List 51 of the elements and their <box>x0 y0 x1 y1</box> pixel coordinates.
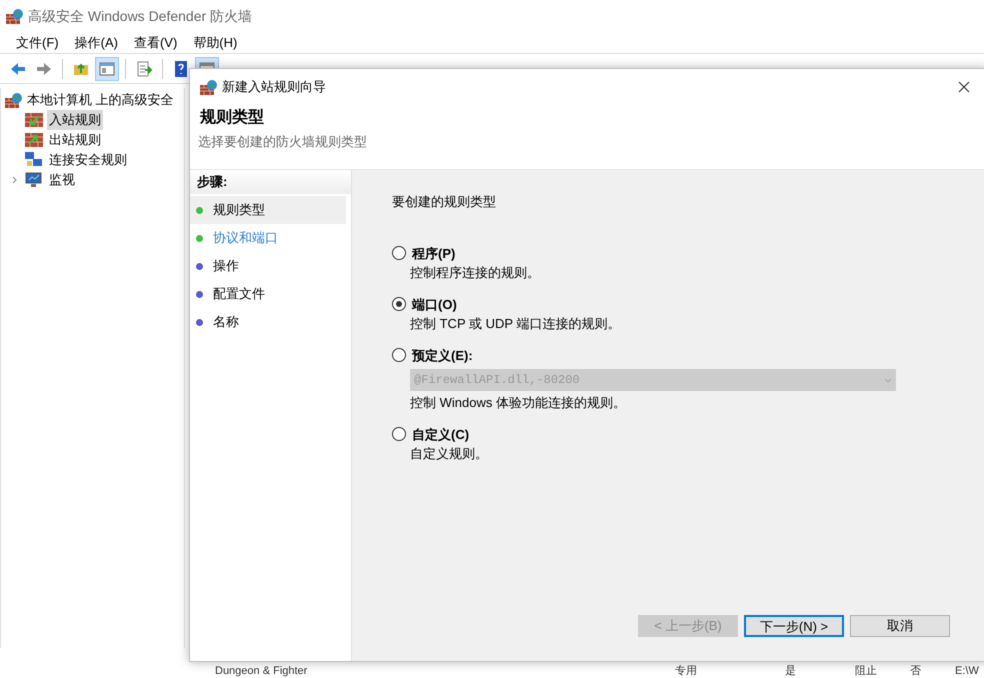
dialog-subtitle: 选择要创建的防火墙规则类型 <box>197 133 368 151</box>
option-description: 控制 Windows 体验功能连接的规则。 <box>410 394 627 412</box>
tree-item[interactable]: 出站规则 <box>47 130 103 150</box>
brick-wall-icon <box>25 113 43 127</box>
firewall-icon <box>6 8 24 24</box>
close-icon <box>958 81 970 93</box>
option-label[interactable]: 预定义(E): <box>412 346 473 365</box>
menu-item[interactable]: 操作(A) <box>66 32 126 52</box>
step-item[interactable]: 规则类型 <box>190 196 346 224</box>
prompt-text: 要创建的规则类型 <box>392 193 497 211</box>
menu-item[interactable]: 文件(F) <box>8 32 67 52</box>
step-item[interactable]: 协议和端口 <box>190 224 346 252</box>
firewall-icon <box>200 78 218 94</box>
option-label[interactable]: 端口(O) <box>412 294 457 314</box>
tree-item[interactable]: 监视 <box>47 170 77 190</box>
dialog-button[interactable]: 下一步(N) > <box>744 615 844 637</box>
brick-wall-icon <box>25 133 43 147</box>
dialog-button[interactable]: 取消 <box>850 615 950 637</box>
option-description: 控制程序连接的规则。 <box>410 264 541 282</box>
table-cell: E:\W <box>955 666 979 676</box>
step-item[interactable]: 名称 <box>190 308 346 336</box>
table-cell-text: 是 <box>785 666 797 676</box>
table-cell-text: 否 <box>910 666 922 676</box>
option-label[interactable]: 程序(P) <box>412 244 456 263</box>
firewall-icon <box>5 92 23 108</box>
table-cell-text: 阻止 <box>855 666 878 676</box>
tree-item[interactable]: 本地计算机 上的高级安全 <box>27 90 174 110</box>
step-item[interactable]: 操作 <box>190 252 346 280</box>
option-label[interactable]: 自定义(C) <box>412 424 470 444</box>
radio-button[interactable] <box>392 427 406 442</box>
menu-item[interactable]: 查看(V) <box>126 32 186 52</box>
window-title: 高级安全 Windows Defender 防火墙 <box>28 6 252 26</box>
option-description: 控制 TCP 或 UDP 端口连接的规则。 <box>410 315 622 333</box>
monitor-icon <box>25 172 43 188</box>
dialog-heading: 规则类型 <box>198 108 265 128</box>
chevron-down-icon <box>884 378 892 382</box>
menu-item[interactable]: 帮助(H) <box>185 32 246 52</box>
table-cell-text: 专用 <box>675 666 698 676</box>
tree-item[interactable]: 入站规则 <box>47 110 103 130</box>
computers-icon <box>25 152 43 168</box>
radio-button[interactable] <box>392 348 406 362</box>
rules-list-row[interactable]: Dungeon & Fighter 专用 是 阻止 否 E:\W <box>215 664 984 678</box>
radio-button[interactable] <box>392 297 406 312</box>
table-cell-text: Dungeon & Fighter <box>215 666 308 676</box>
pane-icon[interactable] <box>95 56 119 80</box>
radio-button[interactable] <box>392 246 406 260</box>
dialog-title: 新建入站规则向导 <box>222 78 326 96</box>
step-item[interactable]: 配置文件 <box>190 280 346 308</box>
option-description: 自定义规则。 <box>410 445 489 463</box>
chevron-right-icon[interactable] <box>12 176 18 184</box>
tree-item[interactable]: 连接安全规则 <box>47 150 129 170</box>
